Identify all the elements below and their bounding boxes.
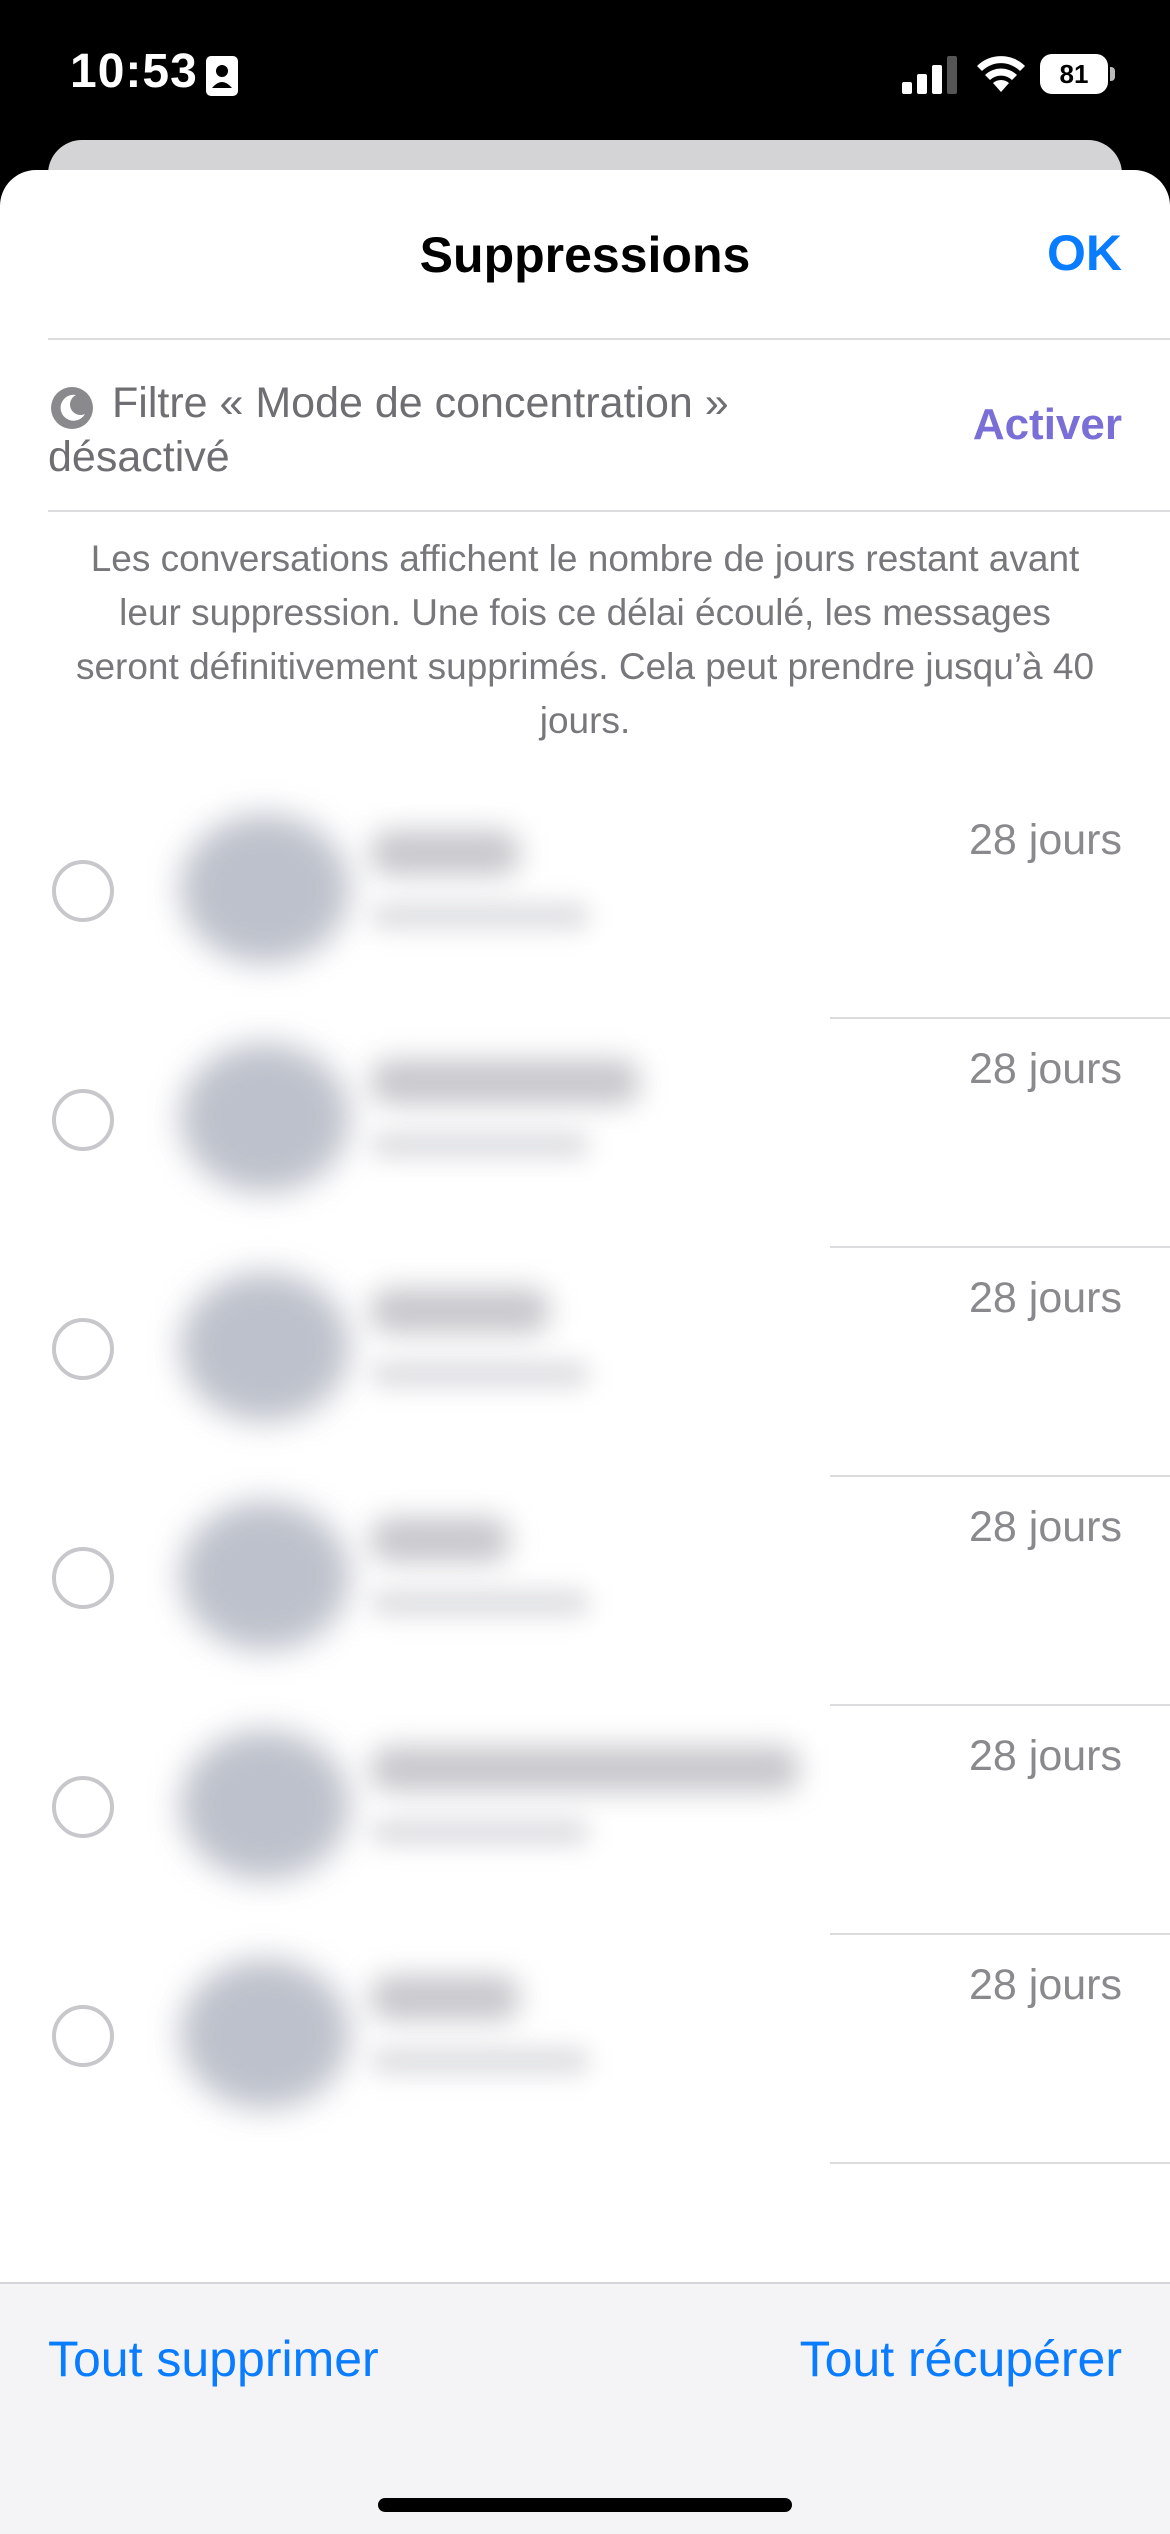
blurred-name [370, 1288, 550, 1334]
avatar [180, 1730, 350, 1880]
days-remaining: 28 jours [969, 1503, 1122, 1551]
list-item[interactable]: 28 jours [0, 1019, 1170, 1248]
select-radio[interactable] [52, 2005, 114, 2067]
avatar [180, 814, 350, 964]
page-title: Suppressions [419, 227, 751, 283]
avatar [180, 1272, 350, 1422]
blurred-name [370, 1517, 510, 1563]
conversation-list: 28 jours 28 jours 28 jours 28 jours 28 j… [0, 790, 1170, 2164]
blurred-preview [370, 1131, 590, 1159]
select-radio[interactable] [52, 860, 114, 922]
select-radio[interactable] [52, 1318, 114, 1380]
days-remaining: 28 jours [969, 1274, 1122, 1322]
blurred-preview [370, 2047, 590, 2075]
blurred-preview [370, 1360, 590, 1388]
header-divider [48, 338, 1170, 340]
blurred-name [370, 830, 520, 876]
focus-divider [48, 510, 1170, 512]
days-remaining: 28 jours [969, 1961, 1122, 2009]
focus-filter-status: Filtre « Mode de concentration » désacti… [48, 379, 729, 481]
avatar [180, 1043, 350, 1193]
battery-level: 81 [1040, 54, 1108, 94]
list-item[interactable]: 28 jours [0, 790, 1170, 1019]
battery-indicator: 81 [1040, 54, 1116, 94]
bottom-toolbar: Tout supprimer Tout récupérer [0, 2282, 1170, 2534]
row-divider [830, 2162, 1170, 2164]
avatar [180, 1501, 350, 1651]
blurred-preview [370, 1818, 590, 1846]
delete-all-button[interactable]: Tout supprimer [48, 2330, 379, 2388]
select-radio[interactable] [52, 1547, 114, 1609]
home-indicator[interactable] [378, 2498, 792, 2512]
deletion-info-text: Les conversations affichent le nombre de… [75, 538, 1095, 741]
battery-tip [1110, 67, 1115, 81]
list-item[interactable]: 28 jours [0, 1706, 1170, 1935]
ok-button[interactable]: OK [1047, 224, 1122, 282]
blurred-name [370, 1975, 520, 2021]
avatar [180, 1959, 350, 2109]
days-remaining: 28 jours [969, 816, 1122, 864]
days-remaining: 28 jours [969, 1045, 1122, 1093]
status-time: 10:53 [70, 45, 198, 98]
list-item[interactable]: 28 jours [0, 1477, 1170, 1706]
blurred-preview [370, 902, 590, 930]
contact-card-icon [206, 56, 238, 96]
recover-all-button[interactable]: Tout récupérer [800, 2330, 1122, 2388]
blurred-name [370, 1746, 800, 1792]
deletions-sheet: Suppressions OK Filtre « Mode de concent… [0, 170, 1170, 2532]
list-item[interactable]: 28 jours [0, 1248, 1170, 1477]
list-item[interactable]: 28 jours [0, 1935, 1170, 2164]
select-radio[interactable] [52, 1089, 114, 1151]
activate-focus-button[interactable]: Activer [973, 400, 1122, 450]
blurred-name [370, 1059, 640, 1105]
cellular-signal-icon [902, 56, 957, 94]
wifi-icon [977, 56, 1025, 92]
blurred-preview [370, 1589, 590, 1617]
focus-filter-row: Filtre « Mode de concentration » désacti… [48, 370, 1122, 481]
select-radio[interactable] [52, 1776, 114, 1838]
status-bar: 10:53 81 [0, 0, 1170, 150]
days-remaining: 28 jours [969, 1732, 1122, 1780]
